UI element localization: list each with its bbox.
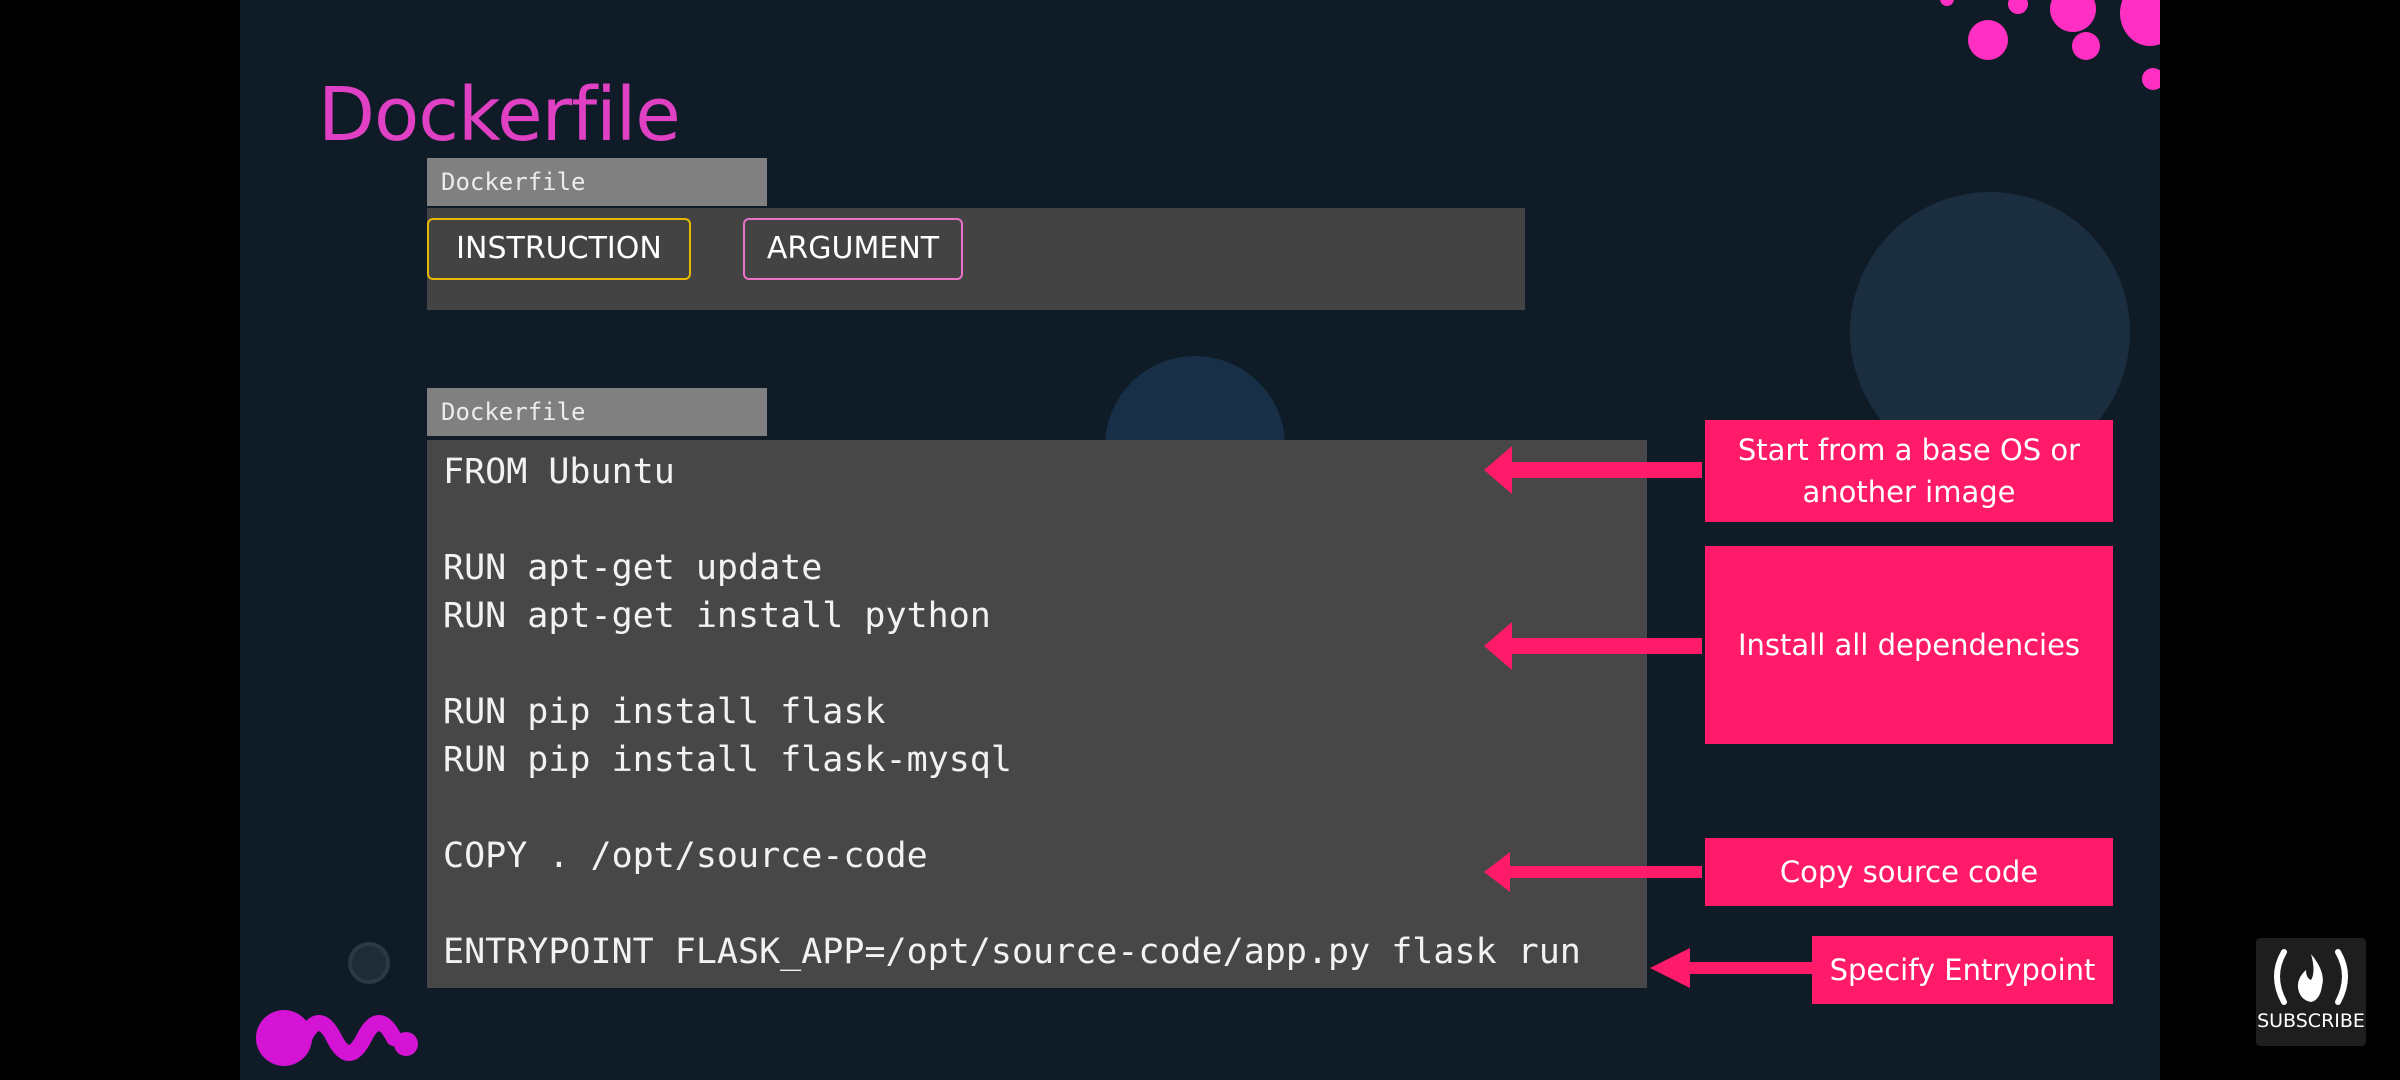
argument-label: ARGUMENT [743,218,963,280]
background-bubble [2142,68,2160,90]
arrow-left-icon [1650,948,1815,988]
code-line: RUN pip install flask-mysql [443,740,1012,780]
code-line: COPY . /opt/source-code [443,836,928,876]
background-bubble [2050,0,2096,32]
arrow-left-icon [1484,852,1702,892]
syntax-panel: INSTRUCTION ARGUMENT [427,208,1525,310]
background-bubble [1968,20,2008,60]
syntax-file-tab: Dockerfile [427,158,767,206]
freecodecamp-flame-icon [2274,949,2348,1005]
code-line: RUN pip install flask [443,692,886,732]
background-bubble [1940,0,1954,6]
slide-title: Dockerfile [318,72,681,158]
code-line: ENTRYPOINT FLASK_APP=/opt/source-code/ap… [443,932,1581,972]
background-bubble [2008,0,2028,14]
code-line: RUN apt-get install python [443,596,991,636]
slide: Dockerfile Dockerfile INSTRUCTION ARGUME… [240,0,2160,1080]
callout-base-image: Start from a base OS or another image [1705,420,2113,522]
arrow-left-icon [1484,446,1702,494]
code-file-tab: Dockerfile [427,388,767,436]
background-bubble [348,942,390,984]
subscribe-label: SUBSCRIBE [2257,1010,2365,1032]
code-line: RUN apt-get update [443,548,823,588]
arrow-left-icon [1484,622,1702,670]
instruction-label: INSTRUCTION [427,218,691,280]
callout-copy-source: Copy source code [1705,838,2113,906]
code-panel: FROM Ubuntu RUN apt-get update RUN apt-g… [427,440,1647,988]
callout-entrypoint: Specify Entrypoint [1812,936,2113,1004]
subscribe-button[interactable]: SUBSCRIBE [2256,938,2366,1046]
wave-logo-icon [256,1010,418,1066]
background-bubble [2120,0,2160,46]
callout-dependencies: Install all dependencies [1705,546,2113,744]
background-bubble [2072,32,2100,60]
code-line: FROM Ubuntu [443,452,675,492]
